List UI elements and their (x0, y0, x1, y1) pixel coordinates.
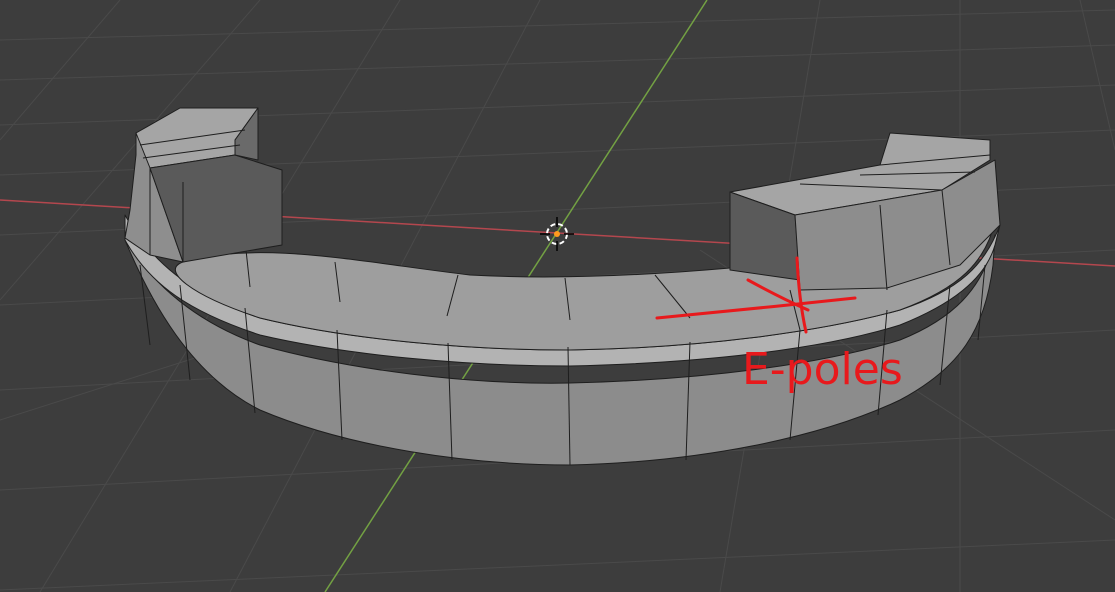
origin-point (554, 231, 560, 237)
mesh-object[interactable] (124, 107, 1001, 466)
annotation-label: E-poles (742, 344, 903, 395)
3d-viewport[interactable]: E-poles (0, 0, 1115, 592)
viewport-canvas[interactable]: E-poles (0, 0, 1115, 592)
